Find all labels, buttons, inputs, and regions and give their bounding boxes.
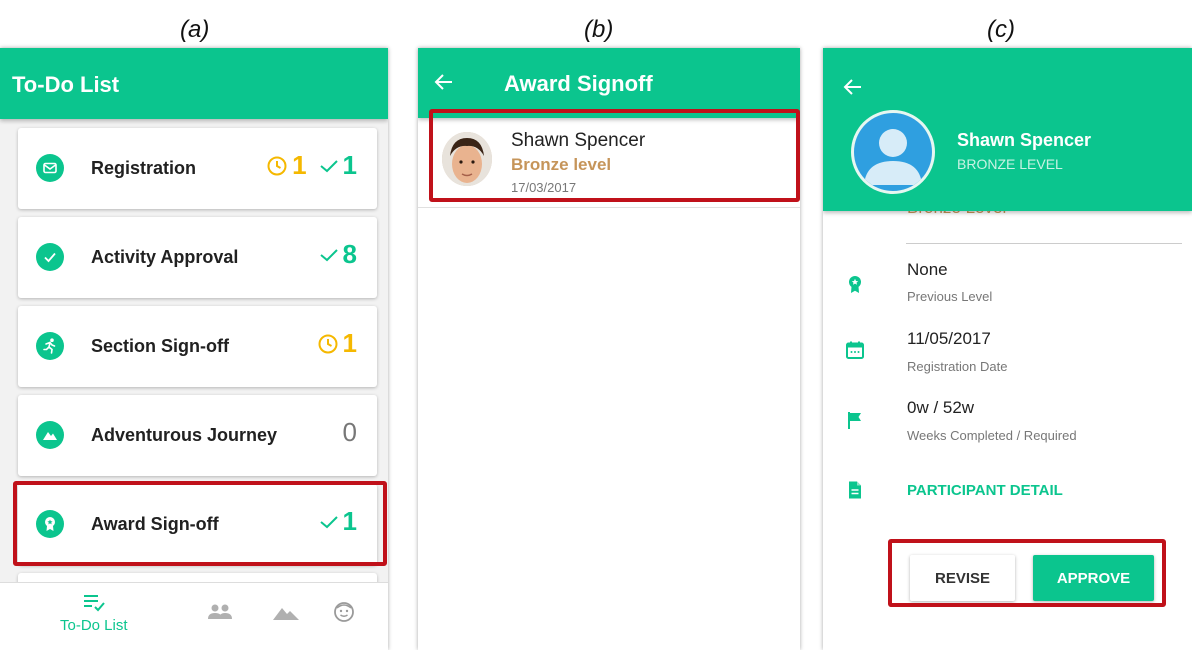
runner-icon	[36, 332, 64, 360]
previous-level-label: Previous Level	[907, 289, 993, 304]
todo-item-registration[interactable]: Registration 1 1	[18, 128, 377, 209]
todo-item-section-signoff[interactable]: Section Sign-off 1	[18, 306, 377, 387]
clock-icon	[267, 156, 287, 175]
highlight-box	[429, 109, 800, 202]
nav-people[interactable]	[206, 603, 234, 621]
registration-date-value: 11/05/2017	[907, 329, 991, 348]
zero-count: 0	[342, 417, 357, 447]
participant-detail-link[interactable]: PARTICIPANT DETAIL	[907, 482, 1063, 499]
award-signoff-screen: Award Signoff Shawn Spencer Bronze level…	[418, 48, 800, 650]
page-title: To-Do List	[12, 72, 120, 97]
weeks-label: Weeks Completed / Required	[907, 428, 1077, 443]
check-icon	[319, 159, 338, 172]
todo-item-counts: 8	[307, 239, 357, 270]
todo-item-label: Section Sign-off	[91, 336, 229, 356]
divider	[906, 243, 1182, 244]
weeks-value: 0w / 52w	[907, 398, 975, 417]
page-title: Award Signoff	[504, 71, 653, 96]
highlight-box	[13, 481, 387, 566]
mountain-icon	[36, 421, 64, 449]
todo-item-activity-approval[interactable]: Activity Approval 8	[18, 217, 377, 298]
app-bar: To-Do List	[0, 48, 388, 119]
participant-name: Shawn Spencer	[957, 130, 1092, 150]
mountain-icon	[273, 608, 299, 620]
registration-date-label: Registration Date	[907, 359, 1008, 374]
todo-item-counts: 0	[331, 417, 357, 448]
pending-value: 1	[342, 328, 357, 358]
caption-a: (a)	[180, 16, 210, 43]
flag-icon	[848, 412, 861, 429]
bottom-nav: To-Do List	[0, 582, 388, 650]
profile-header: Shawn Spencer BRONZE LEVEL	[823, 48, 1192, 211]
nav-journey[interactable]	[272, 605, 300, 621]
todo-item-label: Adventurous Journey	[91, 425, 278, 445]
caption-c: (c)	[987, 16, 1015, 43]
nav-todo-label: To-Do List	[60, 617, 128, 634]
todo-item-label: Activity Approval	[91, 247, 239, 267]
app-bar: Award Signoff	[418, 48, 800, 118]
check-circle-icon	[36, 243, 64, 271]
participant-level: BRONZE LEVEL	[957, 156, 1063, 172]
avatar	[851, 110, 935, 194]
back-arrow-icon[interactable]	[432, 70, 456, 94]
done-value: 1	[342, 150, 357, 180]
check-icon	[319, 248, 338, 261]
done-count: 8	[319, 239, 357, 270]
calendar-icon	[846, 341, 864, 359]
todo-item-counts: 1	[305, 328, 357, 359]
clock-icon	[318, 334, 338, 353]
highlight-box	[888, 539, 1166, 607]
todo-item-label: Registration	[91, 158, 197, 178]
pending-value: 1	[292, 150, 307, 180]
previous-level-value: None	[907, 260, 948, 279]
nav-profile[interactable]	[333, 601, 355, 623]
document-icon	[849, 481, 861, 499]
participant-detail-screen: Bronze Level Shawn Spencer BRONZE LEVEL …	[823, 48, 1192, 650]
face-icon	[334, 602, 354, 622]
done-count: 1	[319, 150, 357, 181]
todo-list-icon	[83, 595, 105, 612]
pending-count: 1	[266, 150, 307, 181]
caption-b: (b)	[584, 16, 614, 43]
award-icon	[849, 276, 861, 293]
pending-count: 1	[317, 328, 357, 359]
mail-icon	[36, 154, 64, 182]
todo-screen: To-Do List Registration 1 1 Activity App…	[0, 48, 388, 650]
back-arrow-icon[interactable]	[841, 75, 865, 99]
nav-todo-list[interactable]: To-Do List	[60, 593, 128, 634]
todo-item-adventurous-journey[interactable]: Adventurous Journey 0	[18, 395, 377, 476]
done-value: 8	[342, 239, 357, 269]
people-icon	[208, 604, 232, 619]
todo-item-counts: 1 1	[254, 150, 357, 181]
